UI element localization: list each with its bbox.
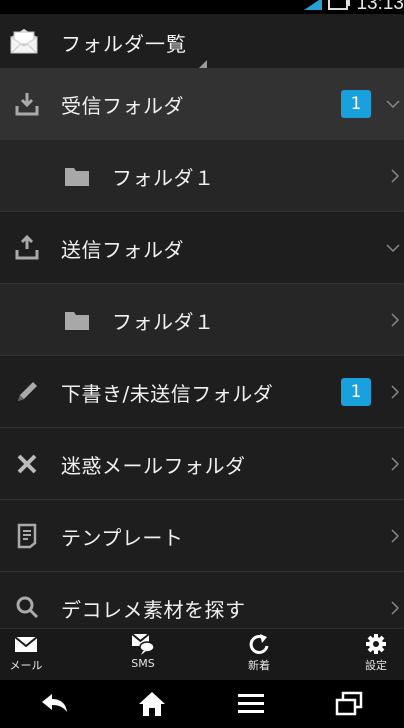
outbox-upload-icon (15, 235, 39, 260)
bottom-tab-bar: メール SMS 新着 設定 (0, 628, 404, 681)
home-icon[interactable] (137, 690, 167, 718)
page-title: フォルダ一覧 (61, 32, 187, 56)
navigation-bar (0, 680, 404, 728)
status-bar: 13:13 (0, 0, 404, 14)
folder-icon (65, 312, 89, 330)
x-icon (17, 454, 37, 474)
chevron-right-icon (391, 457, 400, 471)
refresh-icon (249, 634, 269, 654)
back-icon[interactable] (40, 690, 70, 718)
folder-item-inbox-folder1[interactable]: フォルダ１ (0, 140, 404, 212)
folder-icon (65, 168, 89, 186)
mail-app-icon (10, 29, 38, 54)
folder-label: 送信フォルダ (61, 238, 184, 262)
chevron-down-icon (386, 100, 400, 109)
clock: 13:13 (356, 0, 404, 14)
search-icon (16, 596, 39, 619)
folder-label: 迷惑メールフォルダ (61, 454, 246, 478)
folder-item-decome-search[interactable]: デコレメ素材を探す (0, 572, 404, 628)
tab-label: SMS (131, 657, 155, 670)
folder-item-sent[interactable]: 送信フォルダ (0, 212, 404, 284)
gear-icon (366, 634, 386, 654)
inbox-download-icon (15, 93, 39, 116)
folder-item-templates[interactable]: テンプレート (0, 500, 404, 572)
chevron-right-icon (391, 529, 400, 543)
folder-label: デコレメ素材を探す (61, 598, 246, 622)
recent-apps-icon[interactable] (334, 690, 364, 718)
folder-label: フォルダ１ (112, 166, 215, 190)
dropdown-corner-indicator[interactable] (199, 60, 207, 68)
menu-icon[interactable] (236, 690, 266, 718)
folder-item-inbox[interactable]: 受信フォルダ 1 (0, 68, 404, 140)
tab-label: メール (9, 659, 43, 672)
folder-list: 受信フォルダ 1 フォルダ１ 送信フォルダ フォルダ１ 下書き/未送信フォルダ … (0, 68, 404, 628)
chevron-right-icon (391, 313, 400, 327)
signal-icon (304, 0, 323, 10)
title-bar: フォルダ一覧 (0, 14, 404, 68)
chevron-down-icon (386, 244, 400, 253)
folder-label: フォルダ１ (112, 310, 215, 334)
folder-item-drafts[interactable]: 下書き/未送信フォルダ 1 (0, 356, 404, 428)
battery-icon (328, 0, 351, 10)
folder-item-sent-folder1[interactable]: フォルダ１ (0, 284, 404, 356)
tab-sms[interactable]: SMS (113, 629, 173, 681)
unread-badge: 1 (341, 378, 371, 406)
tab-settings[interactable]: 設定 (346, 629, 404, 681)
folder-label: 下書き/未送信フォルダ (61, 382, 274, 406)
chevron-right-icon (391, 385, 400, 399)
tab-label: 設定 (365, 659, 387, 672)
chevron-right-icon (391, 169, 400, 183)
unread-badge: 1 (341, 90, 371, 118)
sms-icon (131, 633, 155, 655)
chevron-right-icon (391, 601, 400, 615)
folder-label: テンプレート (61, 526, 184, 550)
folder-item-spam[interactable]: 迷惑メールフォルダ (0, 428, 404, 500)
tab-label: 新着 (248, 659, 270, 672)
envelope-icon (14, 636, 38, 652)
tab-new-arrivals[interactable]: 新着 (229, 629, 289, 681)
pencil-icon (18, 382, 37, 401)
folder-label: 受信フォルダ (61, 94, 184, 118)
tab-mail[interactable]: メール (0, 629, 56, 681)
document-icon (17, 523, 37, 549)
